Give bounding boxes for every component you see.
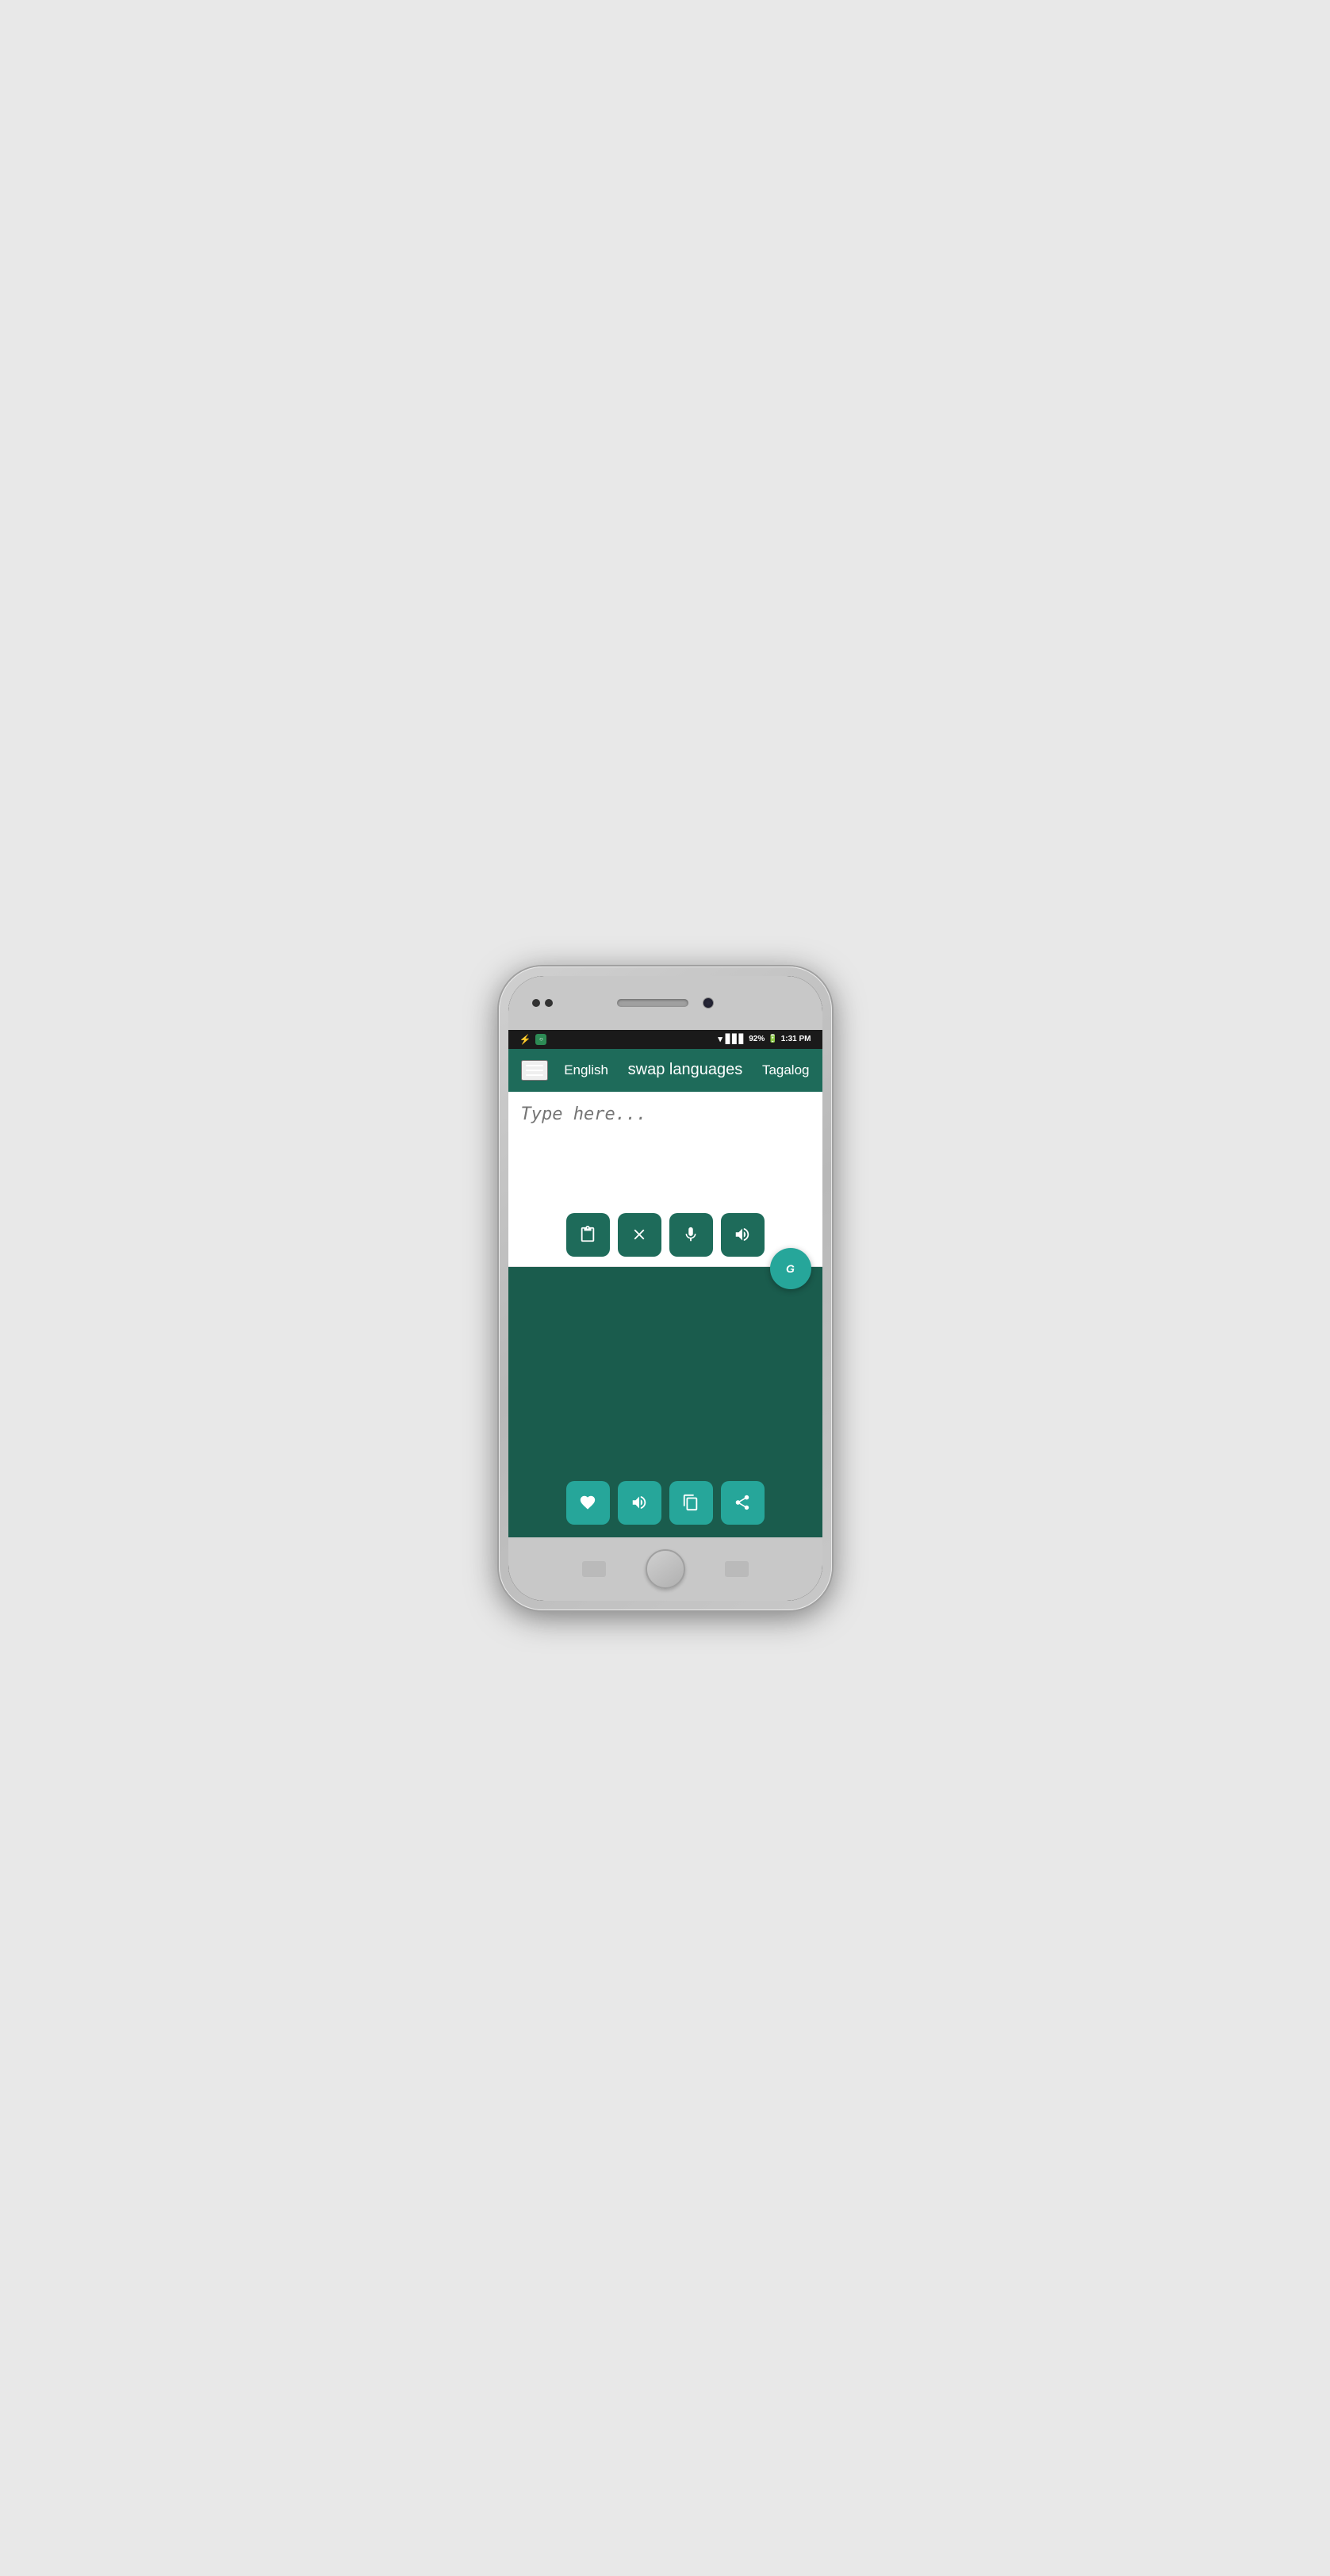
app-icon — [535, 1034, 546, 1045]
hamburger-line-3 — [526, 1074, 543, 1076]
front-camera — [703, 997, 714, 1009]
clipboard-icon — [579, 1226, 596, 1243]
input-actions — [521, 1213, 810, 1257]
heart-icon — [579, 1494, 596, 1511]
clear-button[interactable] — [618, 1213, 661, 1257]
speak-input-button[interactable] — [721, 1213, 765, 1257]
copy-output-button[interactable] — [669, 1481, 713, 1525]
wifi-icon: ▾ — [718, 1034, 722, 1044]
google-translate-icon: G — [786, 1262, 795, 1275]
sensor-2 — [545, 999, 553, 1007]
back-button[interactable] — [582, 1561, 606, 1577]
sensors — [532, 999, 553, 1007]
status-right: ▾ ▋▋▋ 92% 🔋 1:31 PM — [718, 1034, 811, 1044]
volume-icon — [734, 1226, 751, 1243]
favorite-button[interactable] — [566, 1481, 610, 1525]
paste-button[interactable] — [566, 1213, 610, 1257]
swap-languages-button[interactable]: swap languages — [625, 1061, 746, 1079]
phone-device: ⚡ ▾ ▋▋▋ 92% 🔋 1:31 PM English — [499, 966, 832, 1610]
time: 1:31 PM — [781, 1035, 811, 1043]
volume-output-icon — [631, 1494, 648, 1511]
input-area — [508, 1092, 822, 1267]
recent-apps-button[interactable] — [725, 1561, 749, 1577]
usb-icon: ⚡ — [519, 1034, 531, 1045]
output-actions — [521, 1481, 810, 1525]
bottom-bezel — [508, 1537, 822, 1601]
speaker-grille — [617, 999, 688, 1007]
close-icon — [631, 1226, 648, 1243]
status-left: ⚡ — [519, 1034, 547, 1045]
status-bar: ⚡ ▾ ▋▋▋ 92% 🔋 1:31 PM — [508, 1030, 822, 1049]
signal-icon: ▋▋▋ — [726, 1034, 745, 1044]
share-button[interactable] — [721, 1481, 765, 1525]
speak-output-button[interactable] — [618, 1481, 661, 1525]
microphone-icon — [682, 1226, 699, 1243]
menu-button[interactable] — [521, 1060, 548, 1081]
copy-icon — [682, 1494, 699, 1511]
sensor-1 — [532, 999, 540, 1007]
share-icon — [734, 1494, 751, 1511]
translation-input[interactable] — [521, 1104, 810, 1204]
top-bezel — [508, 976, 822, 1030]
battery-percent: 92% — [749, 1035, 765, 1043]
home-button[interactable] — [646, 1549, 685, 1589]
output-area: G — [508, 1267, 822, 1537]
hamburger-line-1 — [526, 1065, 543, 1066]
target-language-selector[interactable]: Tagalog — [762, 1062, 810, 1078]
google-translate-button[interactable]: G — [770, 1248, 811, 1289]
phone-inner: ⚡ ▾ ▋▋▋ 92% 🔋 1:31 PM English — [508, 976, 822, 1601]
hamburger-line-2 — [526, 1070, 543, 1071]
screen: ⚡ ▾ ▋▋▋ 92% 🔋 1:31 PM English — [508, 1030, 822, 1537]
app-header: English swap languages Tagalog — [508, 1049, 822, 1092]
source-language-selector[interactable]: English — [564, 1062, 608, 1078]
battery-icon: 🔋 — [768, 1035, 777, 1043]
microphone-button[interactable] — [669, 1213, 713, 1257]
